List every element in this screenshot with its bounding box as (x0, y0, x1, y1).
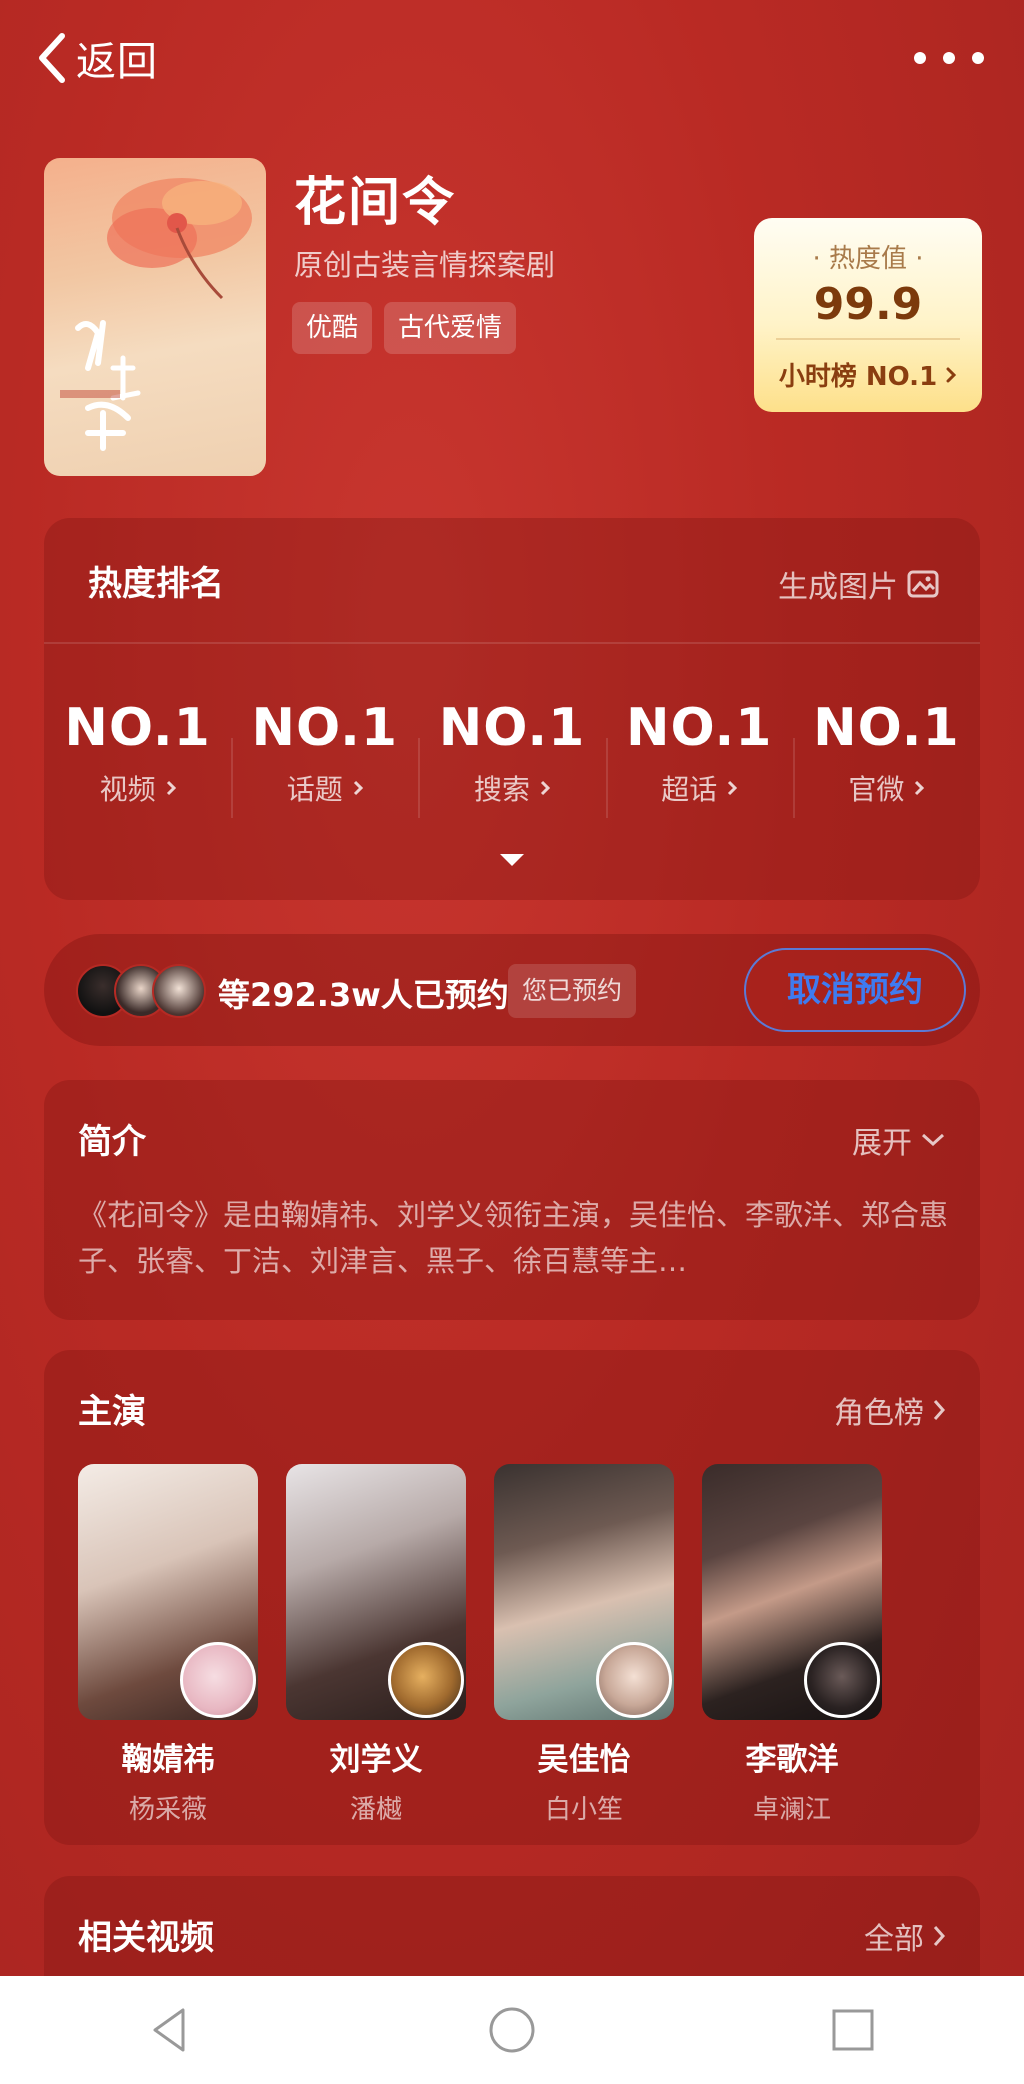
hourly-rank: 小时榜 NO.1 (754, 356, 982, 393)
more-dots-icon[interactable] (914, 40, 984, 76)
role-avatar (804, 1642, 880, 1718)
related-videos-card: 相关视频 全部 (44, 1876, 980, 1976)
cancel-reservation-button[interactable]: 取消预约 (744, 948, 966, 1032)
actor-photo (702, 1464, 882, 1720)
reservation-count: 等292.3w人已预约 (218, 976, 509, 1014)
reserver-avatars (76, 964, 208, 1018)
chevron-right-icon (933, 1926, 946, 1946)
reserved-badge: 您已预约 (508, 964, 637, 1018)
app-screen: 返回 花间令 原创古装言情探案剧 优酷 古代爱情 · 热度值 · 99.9 小时… (0, 0, 1024, 1976)
chevron-left-icon (39, 33, 65, 83)
ranking-divider (44, 642, 980, 644)
rank-label: 视频 (44, 768, 231, 808)
role-name: 白小笙 (544, 1795, 623, 1825)
rank-number: NO.1 (251, 698, 399, 758)
rank-label: 话题 (231, 768, 418, 808)
intro-card: 简介 展开 《花间令》是由鞠婧祎、刘学义领衔主演，吴佳怡、李歌洋、郑合惠子、张睿… (44, 1080, 980, 1320)
chevron-down-icon (921, 1133, 945, 1147)
expand-down-icon[interactable] (498, 852, 526, 868)
generate-image-label: 生成图片 (778, 570, 898, 605)
rank-label: 超话 (606, 768, 793, 808)
reservation-bar: 等292.3w人已预约 您已预约 取消预约 (44, 934, 980, 1046)
cast-card: 主演 角色榜 鞠婧祎 杨采薇 刘学义 潘樾 吴佳怡 白小笙 李歌洋 卓澜江 (44, 1350, 980, 1845)
all-videos-label: 全部 (864, 1922, 924, 1957)
role-name: 潘樾 (349, 1795, 402, 1825)
cast-title: 主演 (78, 1392, 146, 1432)
role-name: 卓澜江 (752, 1795, 831, 1825)
back-label: 返回 (76, 39, 158, 85)
role-avatar (388, 1642, 464, 1718)
ranking-title: 热度排名 (88, 564, 224, 604)
chevron-right-icon (728, 780, 738, 796)
intro-title: 简介 (78, 1122, 146, 1162)
image-export-icon (907, 570, 939, 598)
actor-name: 鞠婧祎 (121, 1742, 215, 1778)
intro-text: 《花间令》是由鞠婧祎、刘学义领衔主演，吴佳怡、李歌洋、郑合惠子、张睿、丁洁、刘津… (78, 1198, 949, 1278)
cast-member[interactable]: 李歌洋 卓澜江 (702, 1464, 882, 1826)
rank-item-search[interactable]: NO.1 搜索 (418, 698, 605, 848)
rank-item-topic[interactable]: NO.1 话题 (231, 698, 418, 848)
poster-flower-art (107, 178, 252, 300)
videos-title: 相关视频 (78, 1918, 214, 1958)
ranking-list: NO.1 视频 NO.1 话题 NO.1 搜索 NO.1 超话 NO.1 官微 (44, 698, 980, 848)
actor-photo (78, 1464, 258, 1720)
actor-photo (494, 1464, 674, 1720)
show-title: 花间令 (294, 173, 457, 233)
cast-member[interactable]: 刘学义 潘樾 (286, 1464, 466, 1826)
home-circle-icon[interactable] (484, 2002, 540, 2058)
back-button[interactable]: 返回 (34, 30, 158, 86)
show-subtitle: 原创古装言情探案剧 (294, 248, 556, 282)
chevron-right-icon (933, 1400, 946, 1420)
hourly-rank-label: 小时榜 NO.1 (778, 362, 938, 392)
heat-value-card[interactable]: · 热度值 · 99.9 小时榜 NO.1 (754, 218, 982, 412)
chevron-right-icon (540, 780, 551, 796)
chevron-right-icon (353, 780, 363, 796)
role-avatar (180, 1642, 256, 1718)
actor-photo (286, 1464, 466, 1720)
cast-list: 鞠婧祎 杨采薇 刘学义 潘樾 吴佳怡 白小笙 李歌洋 卓澜江 (78, 1464, 882, 1826)
rank-label: 官微 (793, 768, 980, 808)
expand-intro-label: 展开 (852, 1126, 912, 1161)
heat-label: · 热度值 · (812, 244, 924, 274)
top-nav: 返回 (0, 0, 1024, 118)
show-poster[interactable] (44, 158, 266, 476)
rank-number: NO.1 (64, 698, 211, 758)
rank-item-official[interactable]: NO.1 官微 (792, 698, 980, 848)
rank-item-video[interactable]: NO.1 视频 (44, 698, 231, 848)
role-name: 杨采薇 (128, 1795, 207, 1825)
expand-intro-button[interactable]: 展开 (852, 1118, 946, 1162)
back-triangle-icon[interactable] (143, 2002, 199, 2058)
chevron-right-icon (946, 367, 957, 382)
chevron-right-icon (915, 780, 925, 796)
cast-member[interactable]: 鞠婧祎 杨采薇 (78, 1464, 258, 1826)
actor-name: 李歌洋 (745, 1742, 839, 1778)
recents-square-icon[interactable] (825, 2002, 881, 2058)
chevron-right-icon (166, 780, 176, 796)
role-avatar (596, 1642, 672, 1718)
rank-number: NO.1 (438, 698, 586, 758)
system-navigation-bar (0, 1976, 1024, 2084)
heat-value: 99.9 (813, 279, 923, 330)
role-ranking-label: 角色榜 (834, 1396, 924, 1431)
rank-number: NO.1 (625, 698, 773, 758)
heat-divider (776, 338, 960, 340)
tag-genre[interactable]: 古代爱情 (384, 302, 517, 354)
poster-calligraphy (60, 320, 141, 451)
actor-name: 吴佳怡 (537, 1742, 631, 1778)
rank-number: NO.1 (813, 698, 960, 758)
actor-name: 刘学义 (329, 1742, 423, 1778)
cast-member[interactable]: 吴佳怡 白小笙 (494, 1464, 674, 1826)
rank-label: 搜索 (418, 768, 605, 808)
rank-item-supertopic[interactable]: NO.1 超话 (605, 698, 793, 848)
show-tags: 优酷 古代爱情 (292, 302, 517, 354)
tag-platform[interactable]: 优酷 (292, 302, 373, 354)
heat-ranking-card: 热度排名 生成图片 NO.1 视频 NO.1 话题 NO.1 搜索 NO.1 超… (44, 518, 980, 900)
role-ranking-button[interactable]: 角色榜 (834, 1388, 946, 1432)
generate-image-button[interactable]: 生成图片 (778, 562, 940, 606)
avatar (152, 964, 206, 1018)
all-videos-button[interactable]: 全部 (864, 1914, 946, 1958)
